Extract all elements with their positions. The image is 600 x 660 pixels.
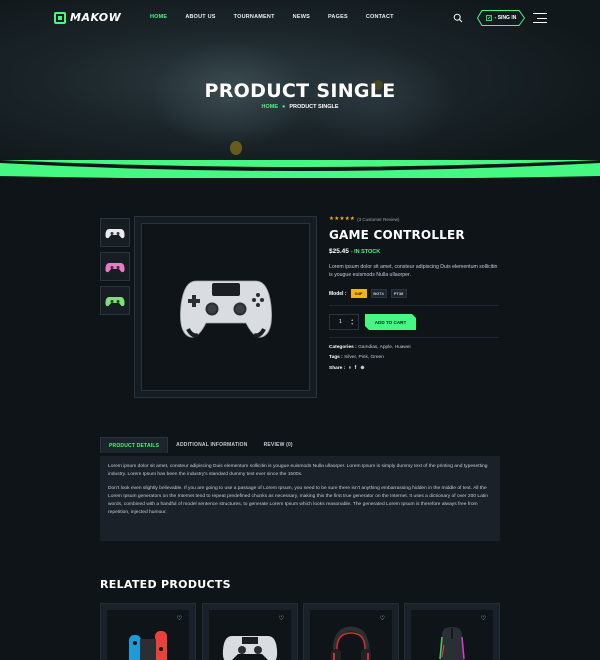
headset-icon [331,626,371,660]
tab-panel-product-details: Lorem ipsum dolor sit amet, consteur adi… [100,456,500,541]
product-meta: Categories : Gamdias, Apple, Huawei Tags… [329,345,499,371]
categories-label: Categories : [329,345,357,350]
nav-item-pages[interactable]: PAGES [328,14,348,20]
product-thumbnail-pink[interactable] [100,252,130,281]
logo-icon [54,11,66,24]
tags-row: Tags : Silver, Pink, Green [329,355,499,360]
product-thumbnail-silver[interactable] [100,218,130,247]
model-option-bg74[interactable]: BG74 [370,289,387,298]
details-paragraph: Don't look even slightly believable. If … [108,486,488,515]
star-rating-icon: ★★★★★ [329,216,356,222]
gaming-mouse-icon [439,627,465,660]
model-selector: Model : G4F BG74 PT38 [329,289,499,298]
add-to-cart-button[interactable]: ADD TO CART [365,314,416,330]
quantity-stepper[interactable]: 1 ▲ ▼ [329,314,359,330]
heart-icon[interactable]: ♡ [177,615,182,622]
product-price-row: $25.45 - IN STOCK [329,248,499,255]
nav-item-tournament[interactable]: TOURNAMENT [234,14,275,20]
breadcrumb-current: PRODUCT SINGLE [289,104,339,110]
related-product-card[interactable]: ♡ [404,603,500,660]
edit-icon [485,15,492,21]
divider [329,337,499,338]
logo[interactable]: MAKOW [54,11,121,24]
facebook-icon[interactable]: f [355,365,357,371]
tab-product-details[interactable]: PRODUCT DETAILS [100,437,169,453]
quantity-value: 1 [339,319,342,325]
related-product-card[interactable]: ♡ [303,603,399,660]
nav-item-home[interactable]: HOME [150,14,167,20]
switch-controller-icon [129,631,167,660]
main-nav: HOME ABOUT US TOURNAMENT NEWS PAGES CONT… [150,14,412,20]
breadcrumb-home[interactable]: HOME [261,104,278,110]
nav-item-contact[interactable]: CONTACT [366,14,394,20]
signin-button[interactable]: - SING IN [477,10,525,26]
product-info: ★★★★★ (3 Customer Review) GAME CONTROLLE… [329,216,499,371]
heart-icon[interactable]: ♡ [481,615,486,622]
review-count[interactable]: (3 Customer Review) [357,217,399,222]
divider [329,305,499,306]
logo-text: MAKOW [70,11,122,24]
pinterest-icon[interactable]: ⊕ [360,365,364,371]
model-option-pt38[interactable]: PT38 [390,289,407,298]
hero-green-band [0,160,600,178]
related-product-card[interactable]: ♡ [100,603,196,660]
nav-item-news[interactable]: NEWS [293,14,310,20]
tab-additional-information[interactable]: ADDITIONAL INFORMATION [168,437,255,453]
details-paragraph: Lorem ipsum dolor sit amet, consteur adi… [108,464,488,477]
model-label: Model : [329,290,347,297]
decrement-icon[interactable]: ▼ [351,322,354,326]
categories-row: Categories : Gamdias, Apple, Huawei [329,345,499,350]
product-title: GAME CONTROLLER [329,228,465,242]
gamepad-icon [222,636,278,660]
related-product-card[interactable]: ♡ [202,603,298,660]
model-option-g4f[interactable]: G4F [350,289,367,298]
product-description: Lorem ipsum dolor sit amet, consteur adi… [329,264,498,278]
game-controller-image [179,280,272,338]
search-icon[interactable] [453,13,463,23]
related-products-heading: RELATED PRODUCTS [100,578,231,591]
categories-value[interactable]: Gamdias, Apple, Huawei [358,345,411,350]
tab-review[interactable]: REVIEW (0) [256,437,301,453]
twitter-icon[interactable]: ᵻ [349,365,350,371]
page-title: PRODUCT SINGLE [204,80,396,102]
gamepad-icon [105,228,125,238]
signin-label: - SING IN [494,15,517,21]
heart-icon[interactable]: ♡ [380,615,385,622]
share-label: Share : [329,365,346,371]
product-price: $25.45 [329,248,349,255]
tags-label: Tags : [329,355,343,360]
gamepad-icon [105,262,125,272]
coin-decoration [230,141,242,155]
product-thumbnail-green[interactable] [100,286,130,315]
breadcrumb-separator: ● [281,104,286,110]
product-rating: ★★★★★ (3 Customer Review) [329,216,499,222]
stock-status: - IN STOCK [350,249,381,255]
product-tabs: PRODUCT DETAILS ADDITIONAL INFORMATION R… [100,437,500,453]
tags-value[interactable]: Silver, Pink, Green [344,355,384,360]
nav-item-about-us[interactable]: ABOUT US [185,14,215,20]
cart-row: 1 ▲ ▼ ADD TO CART [329,314,499,330]
gamepad-icon [105,296,125,306]
share-row: Share : ᵻ f ⊕ [329,365,499,371]
hamburger-menu-icon[interactable] [533,13,547,23]
header: MAKOW HOME ABOUT US TOURNAMENT NEWS PAGE… [0,0,600,38]
heart-icon[interactable]: ♡ [279,615,284,622]
breadcrumb: HOME ● PRODUCT SINGLE [0,104,600,110]
product-main-image [134,216,317,398]
